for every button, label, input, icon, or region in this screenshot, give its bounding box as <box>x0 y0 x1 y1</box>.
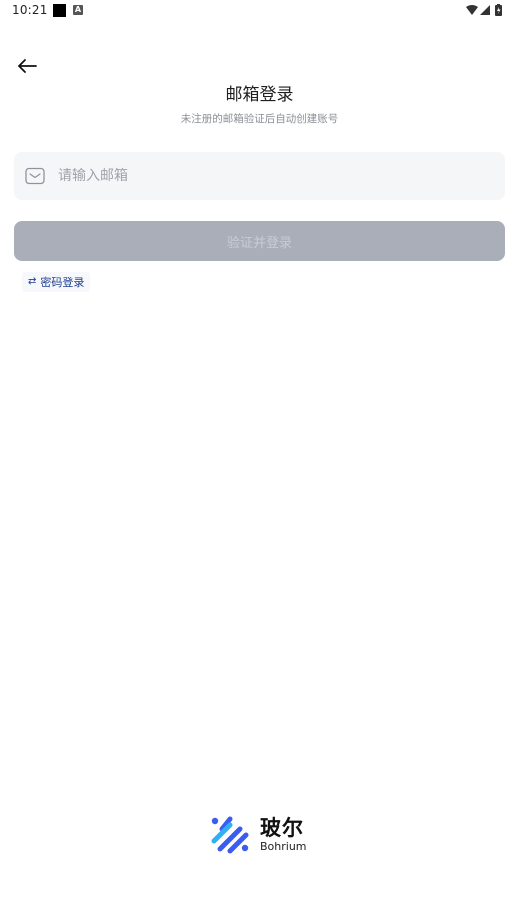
page-subtitle: 未注册的邮箱验证后自动创建账号 <box>180 113 339 125</box>
email-input[interactable] <box>58 152 488 200</box>
status-icons <box>465 4 507 18</box>
mail-icon <box>25 167 45 185</box>
status-bar: 10:21 A <box>0 0 519 22</box>
signal-icon <box>480 5 490 15</box>
status-time: 10:21 <box>12 3 48 17</box>
wifi-icon <box>466 5 478 15</box>
email-field[interactable] <box>14 152 505 200</box>
back-arrow-icon <box>18 59 37 73</box>
switch-icon: ⇄ <box>28 276 37 287</box>
verify-login-button[interactable]: 验证并登录 <box>14 221 505 261</box>
battery-icon <box>495 4 502 16</box>
brand-name-en: Bohrium <box>260 840 307 853</box>
bohrium-logo-icon <box>211 816 249 854</box>
brand-name-cn: 玻尔 <box>260 816 304 840</box>
notification-square-icon <box>53 4 66 17</box>
back-button[interactable] <box>14 54 40 78</box>
password-login-link[interactable]: ⇄ 密码登录 <box>22 272 91 292</box>
password-login-label: 密码登录 <box>40 276 85 289</box>
brand-logo-area: 玻尔 Bohrium <box>210 814 307 856</box>
notification-a-icon: A <box>73 5 83 15</box>
page-title: 邮箱登录 <box>225 85 294 105</box>
brand-text: 玻尔 Bohrium <box>260 816 307 854</box>
